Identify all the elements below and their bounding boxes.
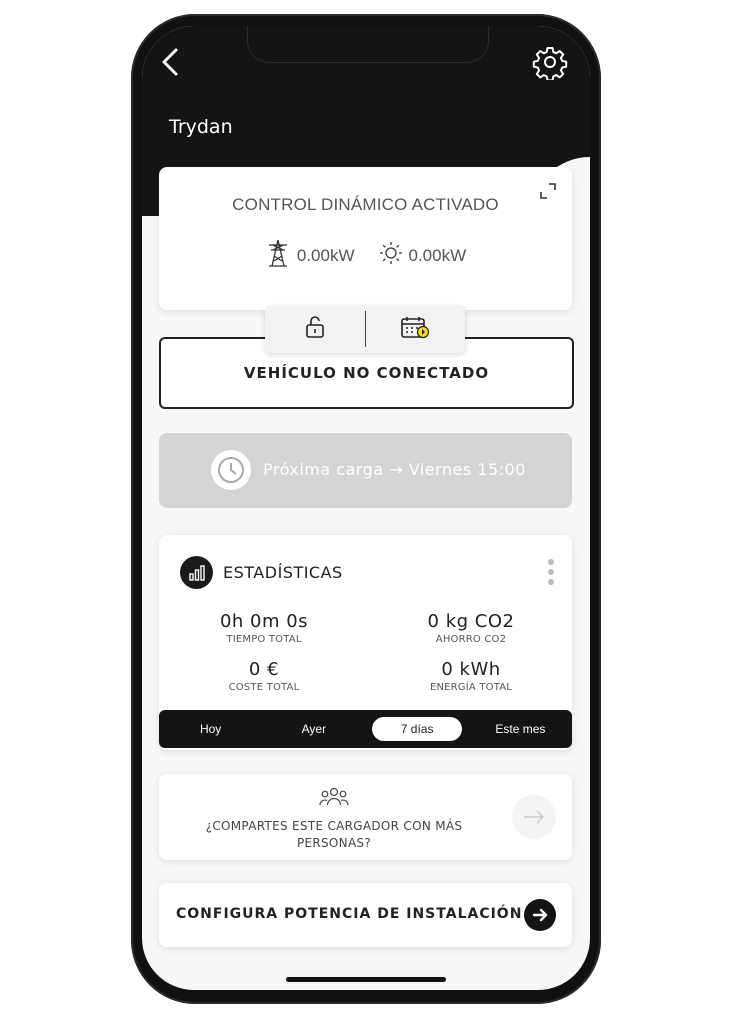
total-cost-metric: 0 € COSTE TOTAL (174, 659, 354, 693)
tab-yesterday[interactable]: Ayer (269, 717, 359, 741)
total-energy-metric: 0 kWh ENERGÍA TOTAL (381, 659, 561, 693)
home-indicator[interactable] (286, 977, 446, 982)
expand-icon[interactable] (538, 181, 558, 201)
period-tabs: Hoy Ayer 7 días Este mes (159, 710, 572, 748)
tab-this-month[interactable]: Este mes (475, 717, 565, 741)
vehicle-status-label: VEHÍCULO NO CONECTADO (243, 364, 490, 382)
app-screen: Trydan CONTROL DINÁMICO ACTIVADO 0.00kW (142, 26, 590, 990)
statistics-title: ESTADÍSTICAS (223, 563, 343, 582)
next-charge-text: Próxima carga → Viernes 15:00 (263, 460, 526, 479)
charger-toolbar (265, 305, 465, 353)
next-charge-card[interactable]: Próxima carga → Viernes 15:00 (159, 433, 572, 508)
total-time-value: 0h 0m 0s (219, 611, 309, 632)
dynamic-control-status: CONTROL DINÁMICO ACTIVADO (232, 195, 499, 214)
total-cost-label: COSTE TOTAL (228, 682, 300, 693)
page-title: Trydan (169, 116, 233, 138)
tab-7-days[interactable]: 7 días (372, 717, 463, 741)
clock-icon (211, 450, 251, 490)
solar-power-value: 0.00kW (408, 245, 467, 265)
configure-power-card[interactable]: CONFIGURA POTENCIA DE INSTALACIÓN (159, 883, 572, 947)
sun-icon (379, 241, 403, 270)
people-icon (319, 786, 349, 808)
unlock-icon (305, 315, 325, 343)
gear-icon[interactable] (532, 44, 568, 82)
schedule-button[interactable] (366, 305, 466, 353)
back-icon[interactable] (156, 44, 184, 80)
total-time-label: TIEMPO TOTAL (226, 634, 302, 645)
arrow-right-icon[interactable] (512, 795, 556, 839)
total-cost-value: 0 € (248, 659, 280, 680)
power-tower-icon (265, 239, 291, 272)
total-energy-value: 0 kWh (441, 659, 501, 680)
co2-saving-metric: 0 kg CO2 AHORRO CO2 (381, 611, 561, 645)
calendar-icon (400, 315, 430, 343)
more-options-icon[interactable] (548, 559, 554, 589)
dynamic-control-card: CONTROL DINÁMICO ACTIVADO 0.00kW 0.00kW (159, 167, 572, 310)
arrow-right-circle-icon[interactable] (524, 899, 556, 931)
total-energy-label: ENERGÍA TOTAL (429, 682, 513, 693)
share-charger-text: ¿COMPARTES ESTE CARGADOR CON MÁS PERSONA… (205, 819, 463, 850)
co2-saving-value: 0 kg CO2 (427, 611, 515, 632)
grid-power-value: 0.00kW (296, 245, 355, 265)
configure-power-label: CONFIGURA POTENCIA DE INSTALACIÓN (176, 906, 523, 922)
total-time-metric: 0h 0m 0s TIEMPO TOTAL (174, 611, 354, 645)
lock-button[interactable] (265, 305, 365, 353)
tab-today[interactable]: Hoy (166, 717, 256, 741)
co2-saving-label: AHORRO CO2 (435, 634, 507, 645)
share-charger-card[interactable]: ¿COMPARTES ESTE CARGADOR CON MÁS PERSONA… (159, 774, 572, 860)
notch (247, 26, 489, 63)
bar-chart-icon (180, 556, 213, 589)
